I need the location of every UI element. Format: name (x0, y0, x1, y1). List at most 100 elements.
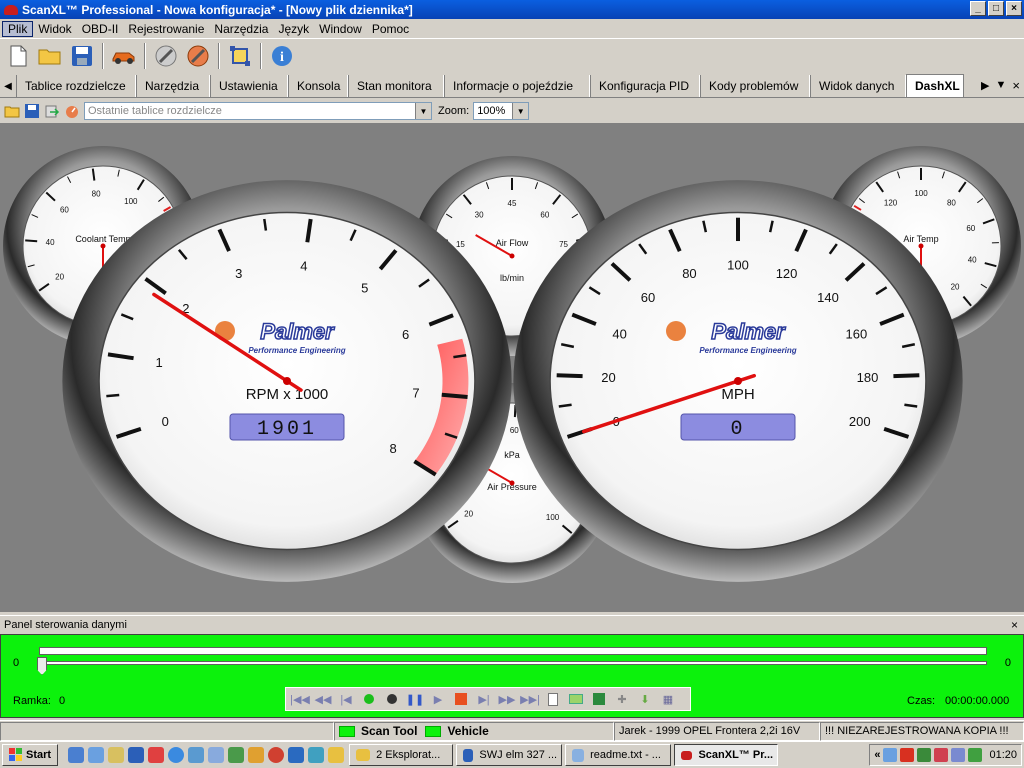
tray-icon[interactable] (968, 748, 983, 762)
disconnect-button[interactable] (184, 42, 212, 70)
task-explorer[interactable]: 2 Eksplorat... (349, 744, 454, 766)
quicklaunch-icon[interactable] (188, 747, 205, 763)
skip-start-icon[interactable]: |◀◀ (290, 690, 310, 708)
quicklaunch-icon[interactable] (308, 747, 325, 763)
save-icon[interactable] (24, 103, 40, 119)
tab-scroll-left[interactable]: ◀ (0, 75, 16, 97)
tray-icon[interactable] (883, 748, 898, 762)
task-word[interactable]: SWJ elm 327 ... (456, 744, 563, 766)
quicklaunch-icon[interactable] (68, 747, 85, 763)
tab-stan-monitora[interactable]: Stan monitora (348, 75, 444, 97)
step-back-icon[interactable]: |◀ (336, 690, 356, 708)
tab-list-dropdown[interactable]: ▼ (996, 79, 1007, 91)
info-button[interactable]: i (268, 42, 296, 70)
gauge-tick (106, 393, 120, 398)
quicklaunch-icon[interactable] (128, 747, 145, 763)
grid-icon[interactable]: ▦ (658, 690, 678, 708)
download-icon[interactable]: ⬇ (635, 690, 655, 708)
menu-pomoc[interactable]: Pomoc (367, 22, 414, 36)
save-icon (72, 45, 92, 66)
car-icon (112, 52, 135, 64)
app-car-icon (4, 4, 18, 15)
quicklaunch-icon[interactable] (228, 747, 245, 763)
connect-button[interactable] (152, 42, 180, 70)
start-button[interactable]: Start (2, 744, 59, 766)
gauge-tick-label: 60 (641, 290, 655, 305)
quicklaunch-icon[interactable] (288, 747, 305, 763)
stop-icon[interactable] (451, 690, 471, 708)
tab-informacje[interactable]: Informacje o pojeździe (444, 75, 590, 97)
tab-konsola[interactable]: Konsola (288, 75, 348, 97)
menu-rejestrowanie[interactable]: Rejestrowanie (123, 22, 209, 36)
save-log-icon[interactable] (589, 690, 609, 708)
menu-narzedzia[interactable]: Narzędzia (209, 22, 273, 36)
quicklaunch-icon[interactable] (208, 747, 225, 763)
play-icon[interactable]: ▶ (428, 690, 448, 708)
open-folder-icon[interactable] (4, 104, 20, 118)
gauge-tick-label: 40 (968, 256, 977, 265)
record-icon[interactable] (382, 690, 402, 708)
menu-plik[interactable]: Plik (2, 20, 34, 37)
tray-icon[interactable] (900, 748, 915, 762)
gauge-add-icon[interactable] (64, 103, 80, 119)
fast-forward-icon[interactable]: ▶▶ (497, 690, 517, 708)
menu-widok[interactable]: Widok (33, 22, 76, 36)
panel-close-icon[interactable]: × (1011, 618, 1018, 632)
task-label: ScanXL™ Pr... (698, 749, 774, 761)
layout-button[interactable] (226, 42, 254, 70)
gauge-tick-label: 3 (235, 266, 242, 281)
zoom-label: Zoom: (438, 105, 470, 117)
step-forward-icon[interactable]: ▶| (474, 690, 494, 708)
skip-end-icon[interactable]: ▶▶| (520, 690, 540, 708)
task-scanxl[interactable]: ScanXL™ Pr... (674, 744, 779, 766)
gauge-tick-label: 75 (559, 240, 568, 249)
quicklaunch-icon[interactable] (148, 747, 165, 763)
menu-obd[interactable]: OBD-II (77, 22, 124, 36)
rewind-icon[interactable]: ◀◀ (313, 690, 333, 708)
gauge-tick-label: 80 (682, 266, 696, 281)
tab-widok-danych[interactable]: Widok danych (810, 75, 906, 97)
open-log-icon[interactable] (566, 690, 586, 708)
timeline-thumb[interactable] (37, 657, 47, 675)
mail-icon[interactable] (951, 748, 966, 762)
vehicle-info: Jarek - 1999 OPEL Frontera 2,2i 16V (614, 721, 820, 741)
vehicle-button[interactable] (110, 42, 138, 70)
tab-scroll-right[interactable]: ▶ (981, 79, 989, 92)
quicklaunch-icon[interactable] (248, 747, 265, 763)
live-icon[interactable] (359, 690, 379, 708)
chevron-down-icon[interactable]: ▼ (512, 103, 529, 119)
shield-icon[interactable] (934, 748, 949, 762)
menu-jezyk[interactable]: Język (273, 22, 314, 36)
save-button[interactable] (68, 42, 96, 70)
tray-icon[interactable] (917, 748, 932, 762)
quicklaunch-icon[interactable] (108, 747, 125, 763)
menu-window[interactable]: Window (314, 22, 367, 36)
tab-narzedzia[interactable]: Narzędzia (136, 75, 210, 97)
open-file-button[interactable] (36, 42, 64, 70)
quicklaunch-icon[interactable] (88, 747, 105, 763)
zoom-dropdown[interactable]: 100% ▼ (473, 102, 530, 120)
quicklaunch-icon[interactable] (328, 747, 345, 763)
maximize-button[interactable]: □ (988, 1, 1004, 16)
pause-icon[interactable]: ❚❚ (405, 690, 425, 708)
tab-konfiguracja-pid[interactable]: Konfiguracja PID (590, 75, 700, 97)
add-marker-icon[interactable]: ✚ (612, 690, 632, 708)
tab-ustawienia[interactable]: Ustawienia (210, 75, 288, 97)
timeline-track[interactable] (39, 647, 987, 655)
chrome-icon[interactable] (268, 747, 285, 763)
ie-icon[interactable] (168, 747, 185, 763)
chevron-down-icon[interactable]: ▼ (415, 103, 431, 119)
tab-tablice[interactable]: Tablice rozdzielcze (16, 75, 136, 97)
new-log-icon[interactable] (543, 690, 563, 708)
minimize-button[interactable]: _ (970, 1, 986, 16)
task-notepad[interactable]: readme.txt - ... (565, 744, 672, 766)
tab-kody-problemow[interactable]: Kody problemów (700, 75, 810, 97)
tab-dashxl[interactable]: DashXL (906, 74, 964, 97)
recent-dashboards-dropdown[interactable]: Ostatnie tablice rozdzielcze ▼ (84, 102, 432, 120)
tray-expand-icon[interactable]: « (874, 749, 880, 761)
timeline-track-secondary[interactable] (39, 661, 987, 665)
export-icon[interactable] (44, 103, 60, 119)
tab-close-icon[interactable]: × (1012, 78, 1020, 93)
close-button[interactable]: × (1006, 1, 1022, 16)
new-file-button[interactable] (4, 42, 32, 70)
